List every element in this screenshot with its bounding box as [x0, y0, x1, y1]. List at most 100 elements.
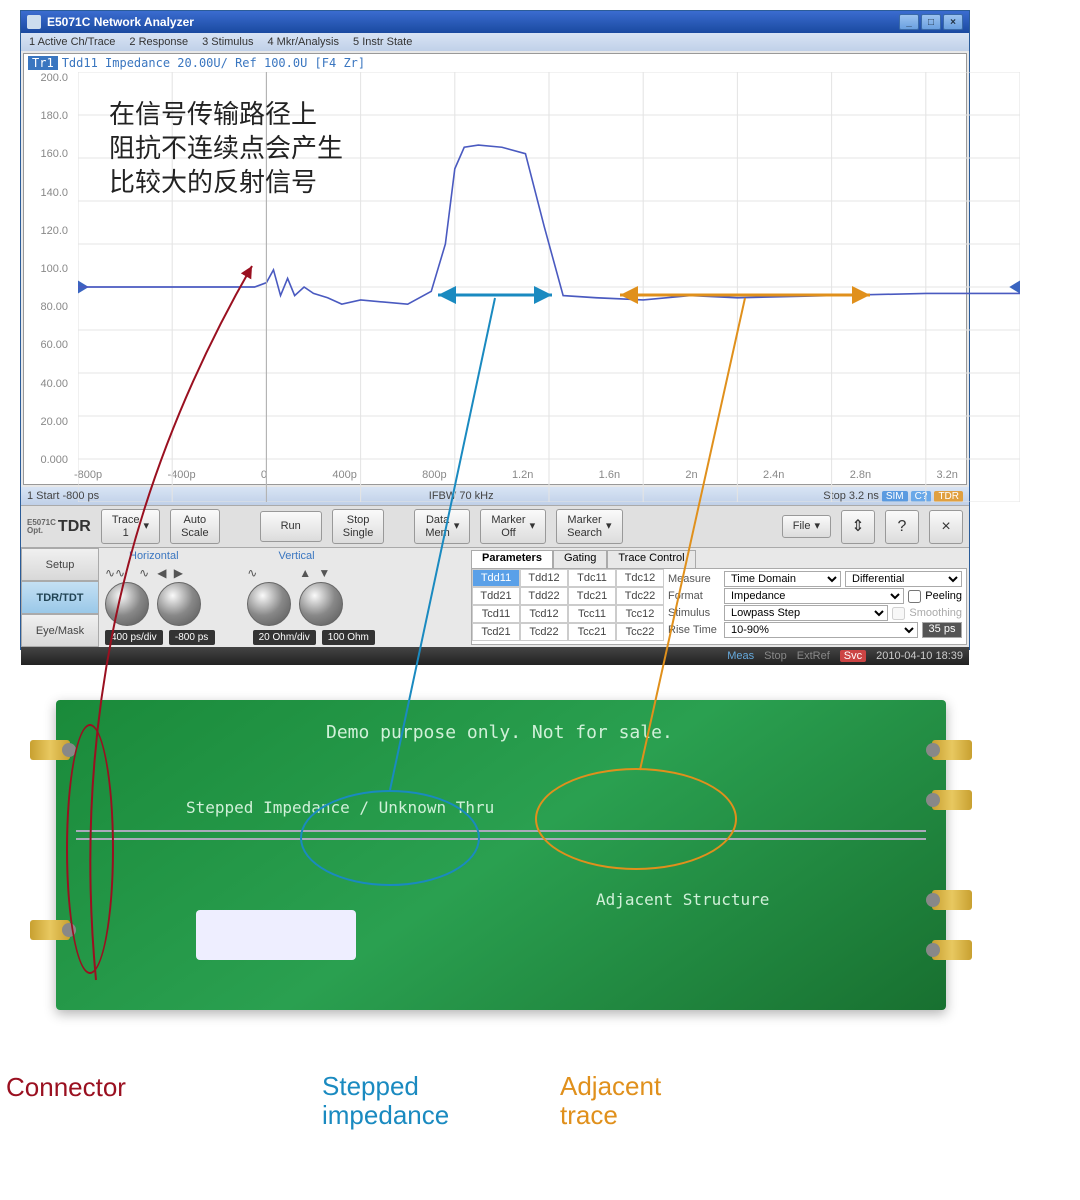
chevron-down-icon: ▾ — [606, 520, 612, 532]
tab-eye-mask[interactable]: Eye/Mask — [21, 614, 99, 647]
status-svc: Svc — [840, 650, 866, 662]
menubar: 1 Active Ch/Trace 2 Response 3 Stimulus … — [21, 33, 969, 51]
minimize-button[interactable]: _ — [899, 14, 919, 30]
risetime-select[interactable]: 10-90% — [724, 622, 918, 638]
param-cell[interactable]: Tcc22 — [616, 623, 664, 641]
vert-pos-knob[interactable] — [299, 582, 343, 626]
mode-label: E5071C Opt.TDR — [27, 518, 91, 536]
plot-area: Tr1Tdd11 Impedance 20.00U/ Ref 100.0U [F… — [23, 53, 967, 485]
format-label: Format — [668, 590, 720, 602]
pcb-trace-icon — [76, 830, 926, 832]
tab-gating[interactable]: Gating — [553, 550, 607, 568]
peeling-checkbox[interactable] — [908, 590, 921, 603]
format-select[interactable]: Impedance — [724, 588, 904, 604]
horiz-scale-value: 400 ps/div — [105, 630, 163, 645]
knob-label-horizontal: Horizontal — [129, 550, 179, 562]
trace-label: Tr1Tdd11 Impedance 20.00U/ Ref 100.0U [F… — [28, 56, 365, 70]
tab-setup[interactable]: Setup — [21, 548, 99, 581]
param-cell[interactable]: Tcd22 — [520, 623, 568, 641]
horiz-pos-knob[interactable] — [157, 582, 201, 626]
measure-select[interactable]: Time Domain — [724, 571, 841, 587]
label-connector: Connector — [6, 1072, 126, 1103]
param-cell[interactable]: Tcd12 — [520, 605, 568, 623]
pcb-photo: Demo purpose only. Not for sale. Stepped… — [56, 700, 946, 1010]
param-cell[interactable]: Tdd21 — [472, 587, 520, 605]
horiz-scale-knob[interactable] — [105, 582, 149, 626]
titlebar: E5071C Network Analyzer _ □ × — [21, 11, 969, 33]
marker-search-button[interactable]: Marker Search▾ — [556, 509, 622, 543]
y-axis: 200.0180.0160.0140.0120.0100.080.0060.00… — [24, 72, 74, 466]
stepped-callout-ellipse — [300, 790, 480, 886]
menu-mkr-analysis[interactable]: 4 Mkr/Analysis — [267, 36, 339, 48]
stimulus-label: Stimulus — [668, 607, 720, 619]
menu-stimulus[interactable]: 3 Stimulus — [202, 36, 253, 48]
run-button[interactable]: Run — [260, 511, 322, 541]
vert-pos-value: 100 Ohm — [322, 630, 375, 645]
marker-off-button[interactable]: Marker Off▾ — [480, 509, 546, 543]
panel-close-button[interactable]: × — [929, 510, 963, 544]
sma-connector-icon — [30, 740, 70, 760]
toolbar: E5071C Opt.TDR Trace 1▾ Auto Scale Run S… — [21, 505, 969, 547]
tab-trace-control[interactable]: Trace Control — [607, 550, 695, 568]
sma-connector-icon — [932, 890, 972, 910]
param-cell[interactable]: Tcc11 — [568, 605, 616, 623]
param-cell[interactable]: Tdd11 — [472, 569, 520, 587]
trace-button[interactable]: Trace 1▾ — [101, 509, 160, 543]
autoscale-button[interactable]: Auto Scale — [170, 509, 220, 543]
tab-tdr-tdt[interactable]: TDR/TDT — [21, 581, 99, 614]
param-cell[interactable]: Tcd11 — [472, 605, 520, 623]
risetime-value[interactable]: 35 ps — [922, 622, 962, 638]
param-cell[interactable]: Tdc11 — [568, 569, 616, 587]
pcb-label-sticker — [196, 910, 356, 960]
label-stepped: Stepped impedance — [322, 1072, 449, 1129]
param-cell[interactable]: Tcc21 — [568, 623, 616, 641]
chevron-down-icon: ▾ — [144, 520, 150, 532]
param-cell[interactable]: Tcc12 — [616, 605, 664, 623]
chevron-down-icon: ▾ — [530, 520, 536, 532]
stimulus-select[interactable]: Lowpass Step — [724, 605, 888, 621]
sma-connector-icon — [30, 920, 70, 940]
data-mem-button[interactable]: Data Mem▾ — [414, 509, 470, 543]
parameter-grid: Tdd11 Tdd12 Tdc11 Tdc12 Tdd21 Tdd22 Tdc2… — [472, 569, 664, 644]
left-arrow-icon: ◀ — [157, 566, 166, 580]
up-arrow-icon: ▲ — [299, 566, 311, 580]
param-cell[interactable]: Tdc22 — [616, 587, 664, 605]
file-button[interactable]: File▾ — [782, 515, 831, 537]
param-cell[interactable]: Tdd12 — [520, 569, 568, 587]
sma-connector-icon — [932, 940, 972, 960]
close-button[interactable]: × — [943, 14, 963, 30]
maximize-button[interactable]: □ — [921, 14, 941, 30]
wave-icon: ∿ — [247, 566, 257, 580]
app-window: E5071C Network Analyzer _ □ × 1 Active C… — [20, 10, 970, 650]
status-datetime: 2010-04-10 18:39 — [876, 650, 963, 662]
smoothing-checkbox[interactable] — [892, 607, 905, 620]
chevron-down-icon: ▾ — [814, 520, 820, 532]
right-panel: Parameters Gating Trace Control Tdd11 Td… — [469, 548, 969, 647]
status-stop: Stop — [764, 650, 787, 662]
app-icon — [27, 15, 41, 29]
adjacent-callout-ellipse — [535, 768, 737, 870]
measure-mode-select[interactable]: Differential — [845, 571, 962, 587]
stop-single-button[interactable]: Stop Single — [332, 509, 385, 543]
menu-instr-state[interactable]: 5 Instr State — [353, 36, 412, 48]
updown-button[interactable]: ⇕ — [841, 510, 875, 544]
wave-dense-icon: ∿∿ — [105, 566, 125, 580]
param-cell[interactable]: Tcd21 — [472, 623, 520, 641]
param-cell[interactable]: Tdd22 — [520, 587, 568, 605]
menu-response[interactable]: 2 Response — [129, 36, 188, 48]
param-cell[interactable]: Tdc12 — [616, 569, 664, 587]
control-panel: Setup TDR/TDT Eye/Mask Horizontal Vertic… — [21, 547, 969, 647]
tab-parameters[interactable]: Parameters — [471, 550, 553, 568]
param-cell[interactable]: Tdc21 — [568, 587, 616, 605]
pcb-text-demo: Demo purpose only. Not for sale. — [326, 722, 673, 743]
status-extref: ExtRef — [797, 650, 830, 662]
overlay-annotation: 在信号传输路径上 阻抗不连续点会产生 比较大的反射信号 — [109, 98, 343, 199]
menu-active-ch[interactable]: 1 Active Ch/Trace — [29, 36, 115, 48]
pcb-text-adjacent: Adjacent Structure — [596, 890, 769, 909]
wave-sparse-icon: ∿ — [139, 566, 149, 580]
help-button[interactable]: ? — [885, 510, 919, 544]
status-meas: Meas — [727, 650, 754, 662]
vert-scale-knob[interactable] — [247, 582, 291, 626]
pcb-trace-icon — [76, 838, 926, 840]
trace-desc: Tdd11 Impedance 20.00U/ Ref 100.0U [F4 Z… — [62, 56, 365, 70]
